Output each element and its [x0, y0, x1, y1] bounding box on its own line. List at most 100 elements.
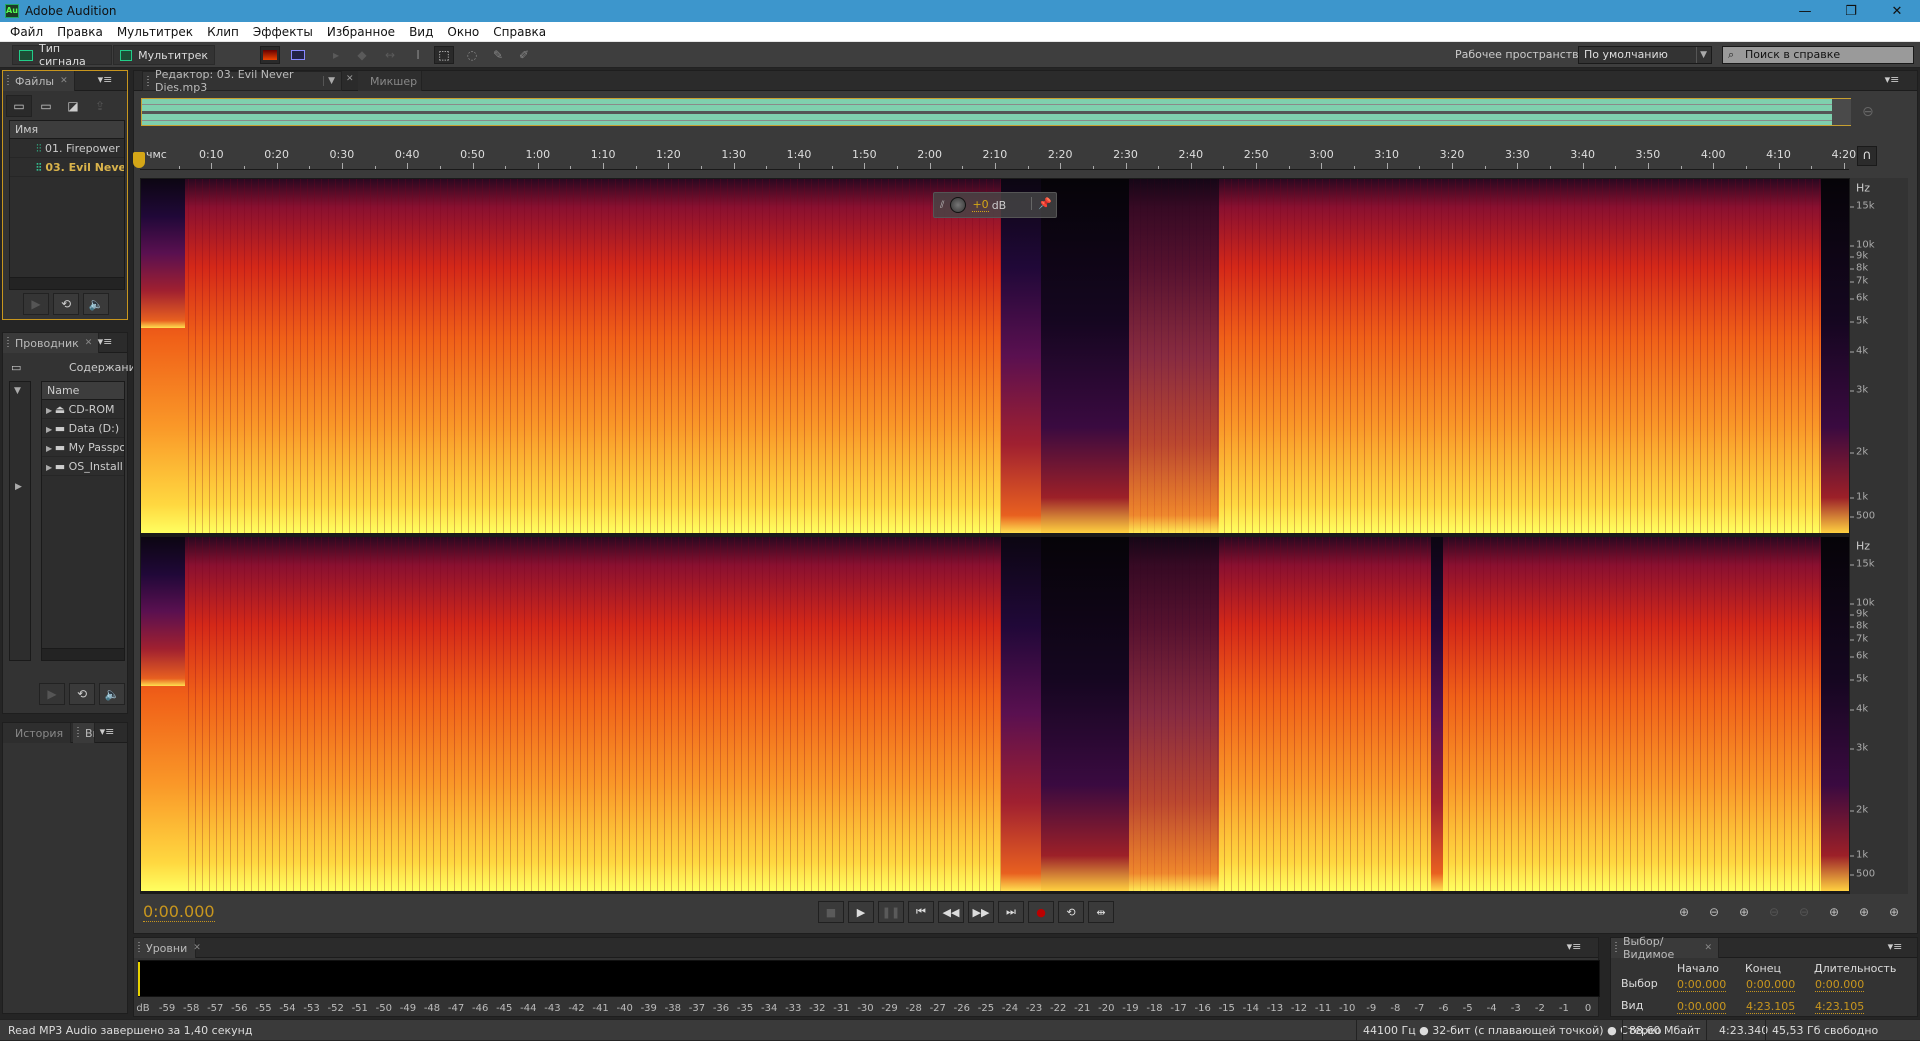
- record-button[interactable]: ●: [1028, 901, 1054, 923]
- help-search-input[interactable]: ⌕ Поиск в справке: [1722, 46, 1914, 64]
- waveform-view-button[interactable]: Тип сигнала: [12, 42, 112, 68]
- zoom-reset-icon[interactable]: ⊖: [1862, 104, 1874, 120]
- panel-menu-icon[interactable]: ▾≡: [1564, 940, 1584, 956]
- close-button[interactable]: ✕: [1874, 0, 1920, 22]
- zoom-out-full-button[interactable]: ⊖: [1792, 903, 1816, 921]
- horizontal-scrollbar[interactable]: [42, 648, 124, 660]
- open-file-button[interactable]: ▭: [6, 95, 32, 117]
- panel-menu-icon[interactable]: ▾≡: [1885, 940, 1905, 956]
- drive-item[interactable]: ▶ ▬ Data (D:): [42, 419, 124, 438]
- view-end[interactable]: 4:23.105: [1746, 1000, 1796, 1014]
- zoom-in-time-button[interactable]: ⊕: [1732, 903, 1756, 921]
- tab-files[interactable]: Файлы ✕: [3, 71, 75, 91]
- menu-clip[interactable]: Клип: [200, 25, 246, 39]
- drive-item[interactable]: ▶ ▬ OS_Install: [42, 457, 124, 476]
- close-icon[interactable]: ✕: [346, 74, 354, 84]
- panel-menu-icon[interactable]: ▾≡: [95, 73, 115, 89]
- waveform-display-button[interactable]: [288, 46, 308, 64]
- zoom-to-selection-button[interactable]: ⊕: [1882, 903, 1906, 921]
- column-header-name[interactable]: Name: [42, 382, 124, 400]
- file-item-active[interactable]: ⫶⫶ 03. Evil Never Dies.mp3: [10, 158, 124, 177]
- move-tool[interactable]: ▸: [326, 46, 346, 64]
- gain-knob[interactable]: [950, 197, 967, 213]
- close-icon[interactable]: ✕: [60, 76, 68, 86]
- play-preview-button[interactable]: ▶: [23, 293, 49, 315]
- spectral-display[interactable]: [140, 178, 1850, 894]
- menu-window[interactable]: Окно: [440, 25, 486, 39]
- brush-tool[interactable]: ✎: [488, 46, 508, 64]
- spot-healing-tool[interactable]: ✐: [514, 46, 534, 64]
- close-icon[interactable]: ✕: [1704, 943, 1712, 953]
- channel-left-spectrogram[interactable]: [141, 179, 1850, 533]
- menu-help[interactable]: Справка: [486, 25, 553, 39]
- loop-preview-button[interactable]: ⟲: [69, 683, 95, 705]
- autoplay-button[interactable]: 🔈: [99, 683, 125, 705]
- zoom-out-amplitude-button[interactable]: ⊖: [1702, 903, 1726, 921]
- menu-view[interactable]: Вид: [402, 25, 440, 39]
- new-file-button[interactable]: ◪: [60, 95, 86, 117]
- current-time[interactable]: 0:00.000: [143, 903, 215, 922]
- view-start[interactable]: 0:00.000: [1677, 1000, 1727, 1014]
- selection-end[interactable]: 0:00.000: [1746, 978, 1796, 992]
- menu-effects[interactable]: Эффекты: [246, 25, 320, 39]
- fast-forward-button[interactable]: ▶▶: [968, 901, 994, 923]
- menu-file[interactable]: Файл: [3, 25, 50, 39]
- play-preview-button[interactable]: ▶: [39, 683, 65, 705]
- lasso-tool[interactable]: ◌: [462, 46, 482, 64]
- column-header-name[interactable]: Имя: [10, 121, 124, 139]
- import-file-button[interactable]: ▭: [33, 95, 59, 117]
- zoom-in-selection-start-button[interactable]: ⊕: [1822, 903, 1846, 921]
- razor-tool[interactable]: ◆: [352, 46, 372, 64]
- panel-menu-icon[interactable]: ▾≡: [1882, 73, 1902, 89]
- expand-icon[interactable]: ▼: [14, 386, 21, 396]
- overview-waveform[interactable]: [141, 98, 1851, 126]
- overview-handle-right[interactable]: [1832, 99, 1851, 125]
- tab-editor[interactable]: Редактор: 03. Evil Never Dies.mp3 ▼: [142, 68, 342, 94]
- go-to-end-button[interactable]: ⏭: [998, 901, 1024, 923]
- drive-item[interactable]: ▶ ⏏ CD-ROM: [42, 400, 124, 419]
- close-icon[interactable]: ✕: [85, 338, 93, 348]
- selection-duration[interactable]: 0:00.000: [1815, 978, 1865, 992]
- menu-favorites[interactable]: Избранное: [320, 25, 402, 39]
- close-icon[interactable]: ✕: [193, 943, 201, 953]
- tab-explorer[interactable]: Проводник ✕: [3, 333, 100, 353]
- tab-video[interactable]: Видео: [73, 723, 95, 743]
- drive-item[interactable]: ▶ ▬ My Passport: [42, 438, 124, 457]
- pin-icon[interactable]: 📌: [1031, 197, 1052, 210]
- zoom-in-amplitude-button[interactable]: ⊕: [1672, 903, 1696, 921]
- time-selection-tool[interactable]: I: [408, 46, 428, 64]
- go-to-start-button[interactable]: ⏮: [908, 901, 934, 923]
- loop-playback-button[interactable]: ⟲: [1058, 901, 1084, 923]
- autoplay-button[interactable]: 🔈: [83, 293, 109, 315]
- zoom-in-selection-end-button[interactable]: ⊕: [1852, 903, 1876, 921]
- panel-menu-icon[interactable]: ▾≡: [97, 725, 117, 741]
- pause-button[interactable]: ❚❚: [878, 901, 904, 923]
- workspace-dropdown[interactable]: По умолчанию ▼: [1578, 46, 1712, 64]
- slip-tool[interactable]: ↔: [380, 46, 400, 64]
- time-ruler[interactable]: чмс 0:10 0:20 0:30 0:40 0:50 1:00 1:10 1:20 1:30…: [140, 142, 1856, 170]
- view-duration[interactable]: 4:23.105: [1815, 1000, 1865, 1014]
- drive-icon[interactable]: ▭: [11, 361, 21, 374]
- multitrack-view-button[interactable]: Мультитрек: [113, 45, 215, 65]
- tab-mixer[interactable]: Микшер: [358, 71, 422, 91]
- file-item[interactable]: ⫶⫶ 01. Firepower: [10, 139, 124, 158]
- channel-right-spectrogram[interactable]: [141, 537, 1850, 891]
- minimize-button[interactable]: —: [1782, 0, 1828, 22]
- gain-value[interactable]: +0: [972, 198, 989, 212]
- menu-edit[interactable]: Правка: [50, 25, 110, 39]
- collapse-icon[interactable]: ▶: [15, 482, 22, 492]
- tab-history[interactable]: История: [3, 723, 71, 743]
- insert-button[interactable]: ⇪: [87, 95, 113, 117]
- menu-multitrack[interactable]: Мультитрек: [110, 25, 200, 39]
- tab-selection-view[interactable]: Выбор/Видимое ✕: [1611, 935, 1719, 961]
- folder-tree[interactable]: ▼ ▶: [9, 381, 31, 661]
- selection-start[interactable]: 0:00.000: [1677, 978, 1727, 992]
- panel-menu-icon[interactable]: ▾≡: [95, 335, 115, 351]
- spectral-display-button[interactable]: [260, 46, 280, 64]
- marquee-selection-tool[interactable]: ⬚: [434, 46, 454, 64]
- loop-preview-button[interactable]: ⟲: [53, 293, 79, 315]
- rewind-button[interactable]: ◀◀: [938, 901, 964, 923]
- hud-gain-control[interactable]: ⫽ +0 dB 📌: [933, 192, 1057, 218]
- play-button[interactable]: ▶: [848, 901, 874, 923]
- playhead-handle[interactable]: [133, 152, 145, 168]
